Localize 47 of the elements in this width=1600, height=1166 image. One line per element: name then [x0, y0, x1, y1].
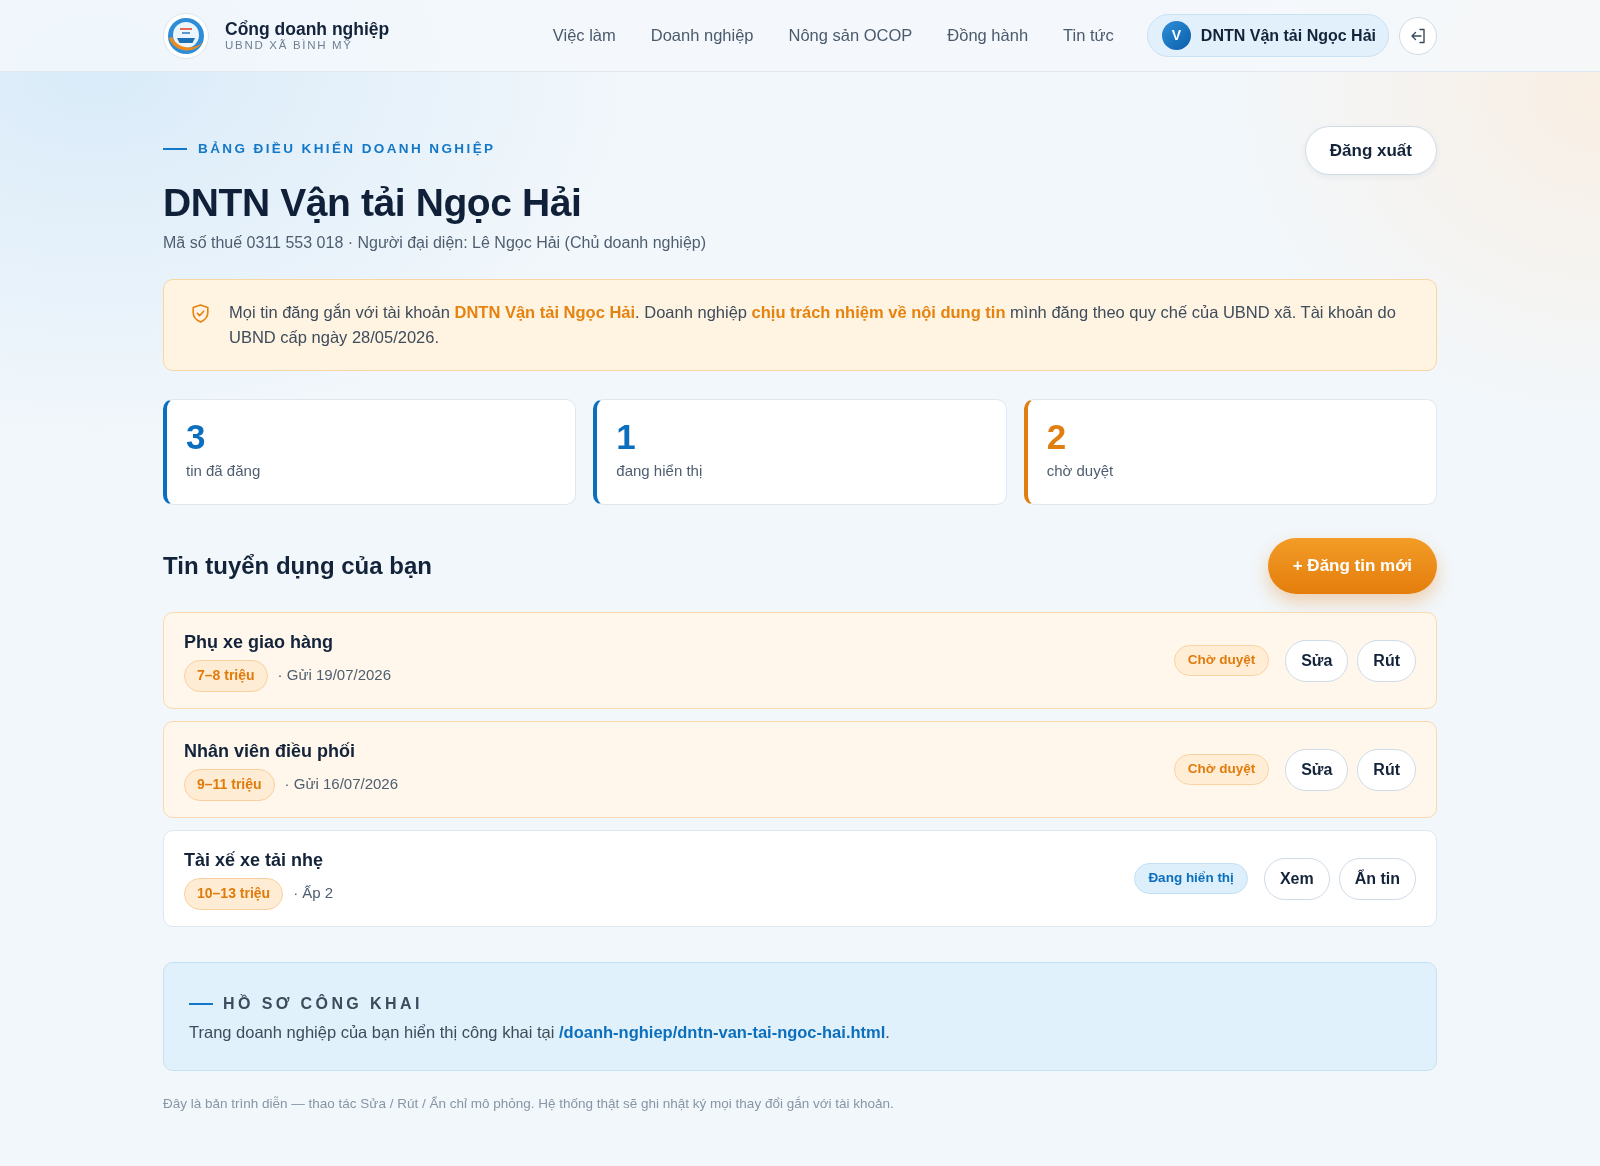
profile-link[interactable]: /doanh-nghiep/dntn-van-tai-ngoc-hai.html — [559, 1023, 886, 1041]
job-meta: · Ấp 2 — [293, 883, 334, 904]
job-title: Nhân viên điều phối — [184, 739, 356, 763]
stat-label: chờ duyệt — [1046, 461, 1115, 481]
stat-value: 2 — [1046, 418, 1068, 456]
section-title: Tin tuyển dụng của bạn — [163, 551, 432, 581]
action-button[interactable]: Ẩn tin — [1338, 857, 1416, 900]
sign-out-icon — [1410, 27, 1426, 44]
logout-button[interactable]: Đăng xuất — [1304, 126, 1437, 175]
salary-tag: 10–13 triệu — [184, 877, 284, 910]
nav-link[interactable]: Việc làm — [552, 23, 616, 48]
status-tag: Chờ duyệt — [1173, 754, 1270, 785]
job-title: Phụ xe giao hàng — [184, 630, 335, 654]
nav-link[interactable]: Nông sản OCOP — [788, 23, 913, 48]
stat-label: đang hiển thị — [616, 461, 704, 481]
action-button[interactable]: Rút — [1357, 639, 1416, 682]
notice-text: Mọi tin đăng gắn với tài khoản DNTN Vận tải Ngọc Hải. Doanh nghiệp chịu trách nhiệm về nội dung tin mình đăng theo quy chế của UBND xã. Tài khoản do UBND cấp ngày 28/05/2026. — [229, 302, 1397, 348]
sign-out-button[interactable] — [1399, 16, 1437, 55]
emblem-icon — [163, 12, 209, 59]
status-tag: Chờ duyệt — [1173, 645, 1270, 676]
avatar-initial: V — [1161, 21, 1191, 50]
footnote-text: Đây là bản trình diễn — thao tác Sửa / Rút / Ẩn chỉ mô phỏng. Hệ thống thật sẽ ghi nhật ký mọi thay đổi gắn với tài khoản. — [163, 1095, 895, 1113]
action-button[interactable]: Sửa — [1285, 639, 1349, 682]
nav-link[interactable]: Doanh nghiệp — [650, 23, 754, 48]
company-meta: Mã số thuế 0311 553 018 · Người đại diện: Lê Ngọc Hải (Chủ doanh nghiệp) — [163, 233, 707, 253]
section-eyebrow: BẢNG ĐIỀU KHIỂN DOANH NGHIỆP — [163, 140, 707, 158]
stat-value: 3 — [186, 418, 207, 456]
brand-title: Cổng doanh nghiệp — [225, 19, 390, 39]
stat-value: 1 — [616, 418, 637, 456]
stat-label: tin đã đăng — [186, 461, 262, 481]
job-meta: · Gửi 19/07/2026 — [277, 665, 392, 686]
nav-link[interactable]: Đồng hành — [947, 23, 1029, 48]
company-title: DNTN Vận tải Ngọc Hải — [163, 180, 583, 226]
account-button[interactable]: V DNTN Vận tải Ngọc Hải — [1146, 14, 1389, 57]
salary-tag: 7–8 triệu — [184, 659, 268, 692]
shield-check-icon — [192, 304, 209, 323]
job-meta: · Gửi 16/07/2026 — [284, 774, 399, 795]
profile-text: Trang doanh nghiệp của bạn hiển thị công khai tại /doanh-nghiep/dntn-van-tai-ngoc-hai.html. — [189, 1022, 891, 1043]
action-button[interactable]: Rút — [1357, 748, 1416, 791]
status-tag: Đang hiển thị — [1134, 863, 1248, 894]
brand-subtitle: UBND XÃ BÌNH MỸ — [225, 39, 353, 52]
panel-eyebrow: HỒ SƠ CÔNG KHAI — [189, 993, 1411, 1015]
job-title: Tài xế xe tải nhẹ — [184, 848, 325, 872]
action-button[interactable]: Xem — [1263, 857, 1330, 900]
nav-link[interactable]: Tin tức — [1063, 23, 1114, 48]
salary-tag: 9–11 triệu — [184, 768, 275, 801]
action-button[interactable]: Sửa — [1285, 748, 1349, 791]
